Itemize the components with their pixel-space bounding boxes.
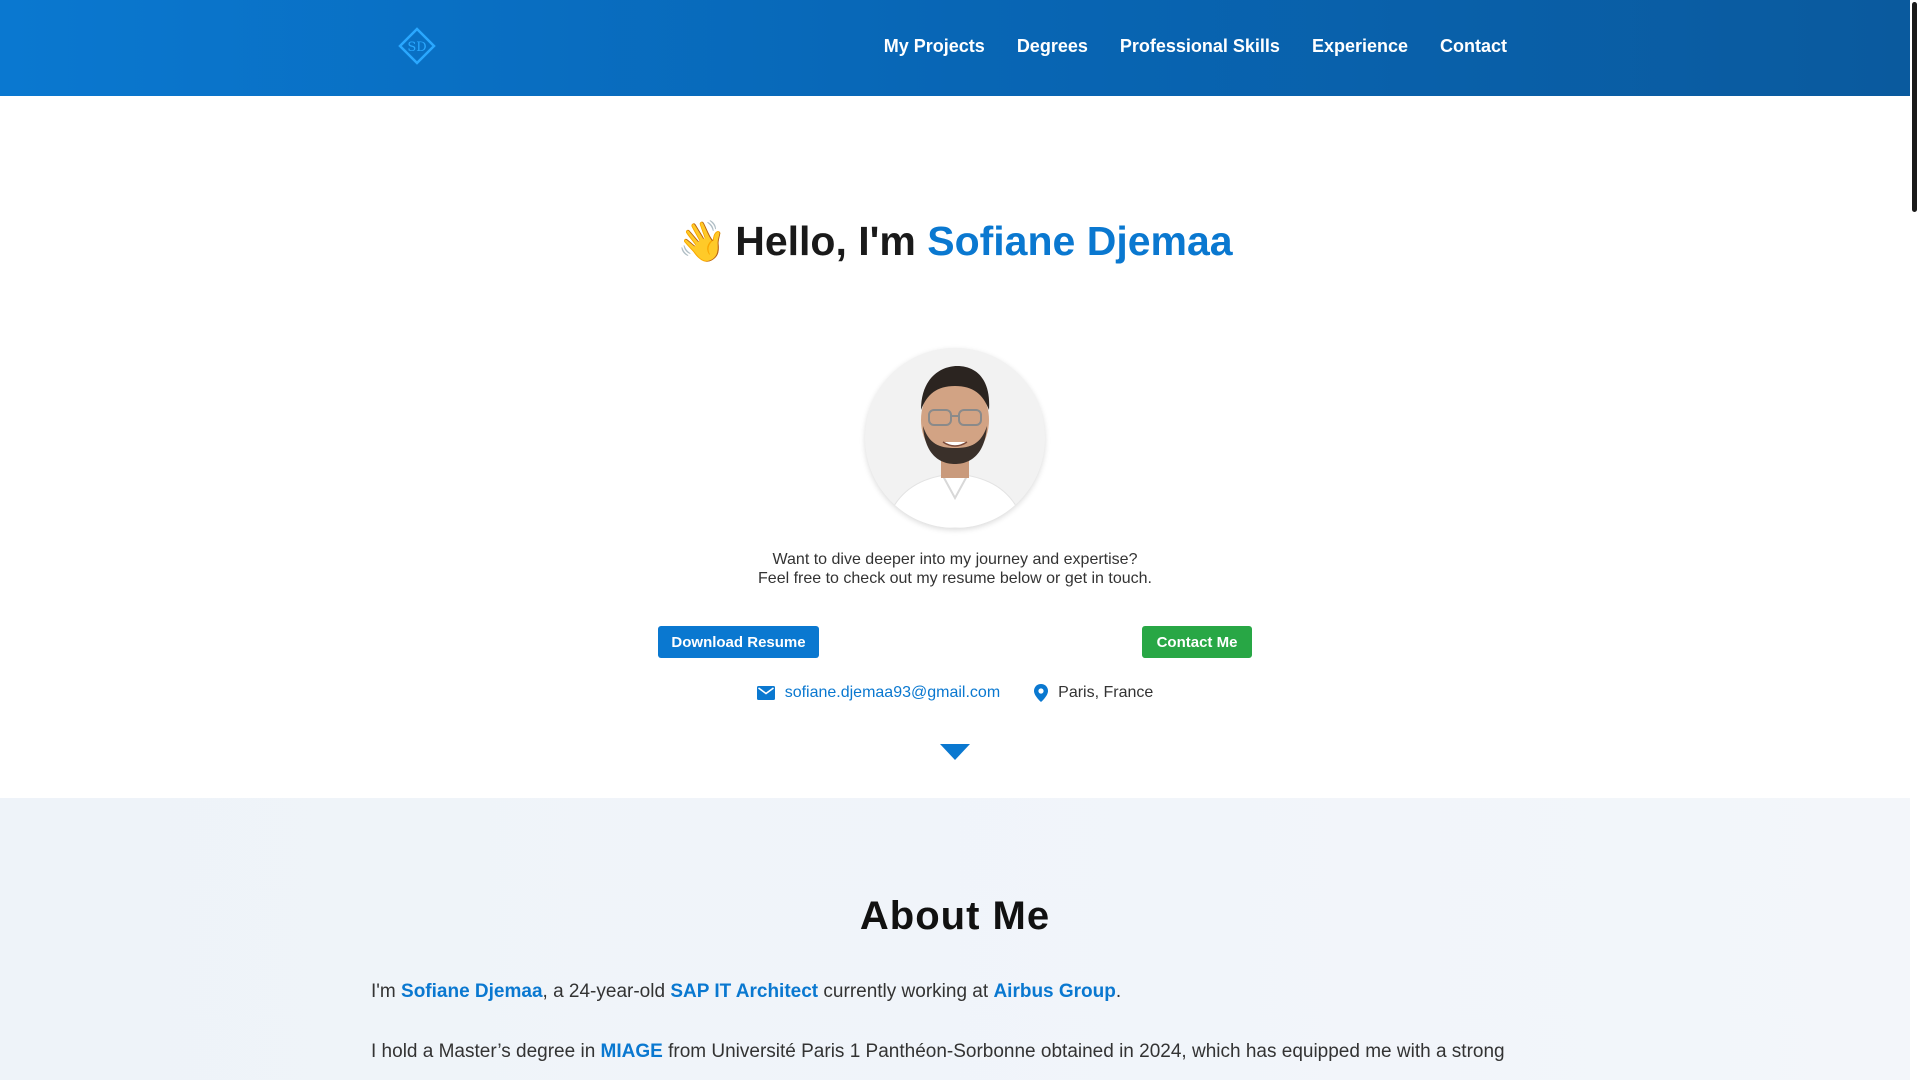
hero-name: Sofiane Djemaa (927, 218, 1233, 264)
avatar-portrait-icon (865, 348, 1045, 528)
main-nav: My Projects Degrees Professional Skills … (868, 0, 1523, 92)
waving-hand-icon: 👋 (677, 219, 728, 265)
contact-info-row: sofiane.djemaa93@gmail.com Paris, France (0, 684, 1910, 702)
nav-experience[interactable]: Experience (1296, 36, 1424, 57)
svg-text:SD: SD (407, 40, 426, 55)
hero-heading: 👋 Hello, I'm Sofiane Djemaa (0, 218, 1910, 265)
scrollbar[interactable] (1910, 0, 1920, 1080)
scrollbar-thumb[interactable] (1912, 2, 1917, 212)
about-p2-degree: MIAGE (600, 1041, 663, 1062)
about-p1-role: SAP IT Architect (670, 981, 819, 1002)
about-p1-text-b: , a 24-year-old (542, 981, 671, 1002)
hero-section: 👋 Hello, I'm Sofiane Djemaa Want to dive… (0, 96, 1910, 798)
nav-professional-skills[interactable]: Professional Skills (1104, 36, 1296, 57)
download-resume-button[interactable]: Download Resume (658, 626, 819, 658)
profile-avatar (865, 348, 1045, 528)
location-text: Paris, France (1058, 684, 1154, 701)
mail-icon (756, 686, 775, 700)
intro-line-1: Want to dive deeper into my journey and … (772, 551, 1138, 568)
about-p1-text-c: currently working at (818, 981, 994, 1002)
greeting-text: Hello, I'm (735, 218, 916, 264)
email-item: sofiane.djemaa93@gmail.com (756, 684, 1000, 702)
about-paragraph-2: I hold a Master’s degree in MIAGE from U… (371, 1041, 1541, 1063)
hero-intro: Want to dive deeper into my journey and … (0, 550, 1910, 588)
location-pin-icon (1034, 684, 1049, 702)
intro-line-2: Feel free to check out my resume below o… (758, 570, 1152, 587)
about-p1-name: Sofiane Djemaa (401, 981, 543, 1002)
about-title: About Me (859, 894, 1051, 938)
location-item: Paris, France (1034, 684, 1153, 702)
page: SD My Projects Degrees Professional Skil… (0, 0, 1910, 1080)
about-p2-text-a: I hold a Master’s degree in (371, 1041, 601, 1062)
sd-diamond-logo-icon[interactable]: SD (398, 27, 436, 65)
scroll-down-arrow-icon[interactable] (940, 744, 970, 760)
contact-me-button[interactable]: Contact Me (1142, 626, 1252, 658)
about-paragraph-1: I'm Sofiane Djemaa, a 24-year-old SAP IT… (371, 981, 1541, 1003)
nav-my-projects[interactable]: My Projects (868, 36, 1001, 57)
nav-contact[interactable]: Contact (1424, 36, 1523, 57)
about-p1-text-d: . (1115, 981, 1122, 1002)
about-p1-company: Airbus Group (993, 981, 1116, 1002)
site-header: SD My Projects Degrees Professional Skil… (0, 0, 1910, 96)
email-link[interactable]: sofiane.djemaa93@gmail.com (785, 684, 1000, 702)
about-p1-text-a: I'm (371, 981, 402, 1002)
about-section: About Me I'm Sofiane Djemaa, a 24-year-o… (0, 798, 1910, 1080)
about-p2-text-b: from Université Paris 1 Panthéon-Sorbonn… (662, 1041, 1505, 1062)
nav-degrees[interactable]: Degrees (1001, 36, 1104, 57)
